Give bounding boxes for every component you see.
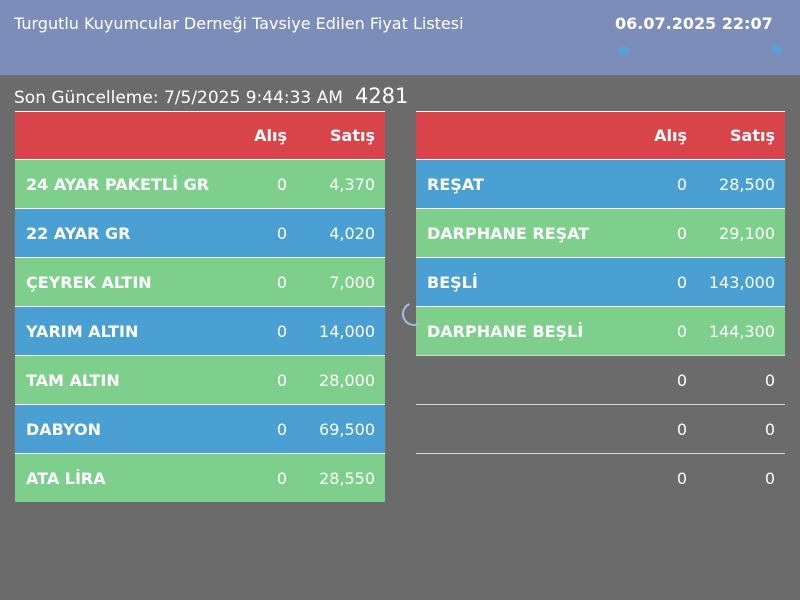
sell-price: 29,100 <box>719 223 775 243</box>
table-header: Alış Satış <box>15 111 385 159</box>
sell-price: 0 <box>764 419 775 439</box>
buy-price: 0 <box>276 370 287 390</box>
sell-price: 28,550 <box>319 468 375 488</box>
buy-price: 0 <box>676 174 687 194</box>
product-name: DABYON <box>26 419 101 439</box>
column-header-sell: Satış <box>730 126 775 145</box>
buy-price: 0 <box>676 419 687 439</box>
sell-price: 0 <box>764 468 775 488</box>
sell-price: 143,000 <box>708 272 775 292</box>
sell-price: 0 <box>764 370 775 390</box>
table-row: TAM ALTIN 0 28,000 <box>15 355 385 404</box>
table-row: DABYON 0 69,500 <box>15 404 385 453</box>
sell-price: 69,500 <box>319 419 375 439</box>
product-name: 24 AYAR PAKETLİ GR <box>26 174 210 194</box>
buy-price: 0 <box>276 468 287 488</box>
sell-price: 28,500 <box>719 174 775 194</box>
table-row: ÇEYREK ALTIN 0 7,000 <box>15 257 385 306</box>
product-name: DARPHANE BEŞLİ <box>427 321 584 341</box>
table-row: 00 <box>416 453 785 502</box>
clock: 06.07.2025 22:07 <box>615 14 773 33</box>
product-name: ÇEYREK ALTIN <box>26 272 152 292</box>
product-name: DARPHANE REŞAT <box>427 223 590 243</box>
table-row: ATA LİRA 0 28,550 <box>15 453 385 502</box>
buy-price: 0 <box>276 419 287 439</box>
app-header: Turgutlu Kuyumcular Derneği Tavsiye Edil… <box>0 0 800 75</box>
table-header: Alış Satış <box>416 111 785 159</box>
column-header-sell: Satış <box>330 126 375 145</box>
sell-price: 4,370 <box>329 174 375 194</box>
column-header-buy: Alış <box>654 126 687 145</box>
buy-price: 0 <box>276 174 287 194</box>
product-name: REŞAT <box>427 174 484 194</box>
sell-price: 28,000 <box>319 370 375 390</box>
cloud-icon <box>618 46 629 55</box>
price-table-left: Alış Satış 24 AYAR PAKETLİ GR 0 4,370 22 AY… <box>15 111 385 502</box>
buy-price: 0 <box>676 321 687 341</box>
table-row: 00 <box>416 355 785 404</box>
buy-price: 0 <box>676 272 687 292</box>
buy-price: 0 <box>276 321 287 341</box>
table-row: YARIM ALTIN 0 14,000 <box>15 306 385 355</box>
settings-icon[interactable] <box>772 45 782 55</box>
buy-price: 0 <box>676 223 687 243</box>
product-name: 22 AYAR GR <box>26 223 131 243</box>
product-name: YARIM ALTIN <box>26 321 139 341</box>
table-row: REŞAT 0 28,500 <box>416 159 785 208</box>
last-update: Son Güncelleme: 7/5/2025 9:44:33 AM 4281 <box>14 84 408 108</box>
buy-price: 0 <box>276 223 287 243</box>
update-counter: 4281 <box>354 84 409 108</box>
buy-price: 0 <box>676 370 687 390</box>
table-row: DARPHANE BEŞLİ 0 144,300 <box>416 306 785 355</box>
sell-price: 7,000 <box>329 272 375 292</box>
buy-price: 0 <box>676 468 687 488</box>
table-row: 24 AYAR PAKETLİ GR 0 4,370 <box>15 159 385 208</box>
page-title: Turgutlu Kuyumcular Derneği Tavsiye Edil… <box>14 14 464 33</box>
table-row: 00 <box>416 404 785 453</box>
sell-price: 144,300 <box>708 321 775 341</box>
table-row: 22 AYAR GR 0 4,020 <box>15 208 385 257</box>
table-row: DARPHANE REŞAT 0 29,100 <box>416 208 785 257</box>
column-header-buy: Alış <box>254 126 287 145</box>
buy-price: 0 <box>276 272 287 292</box>
product-name: TAM ALTIN <box>26 370 120 390</box>
sell-price: 14,000 <box>319 321 375 341</box>
table-row: BEŞLİ 0 143,000 <box>416 257 785 306</box>
price-table-right: Alış Satış REŞAT 0 28,500 DARPHANE REŞAT 0 29… <box>416 111 785 502</box>
product-name: ATA LİRA <box>26 468 106 488</box>
sell-price: 4,020 <box>329 223 375 243</box>
product-name: BEŞLİ <box>427 272 478 292</box>
last-update-label: Son Güncelleme: 7/5/2025 9:44:33 AM <box>14 88 343 108</box>
